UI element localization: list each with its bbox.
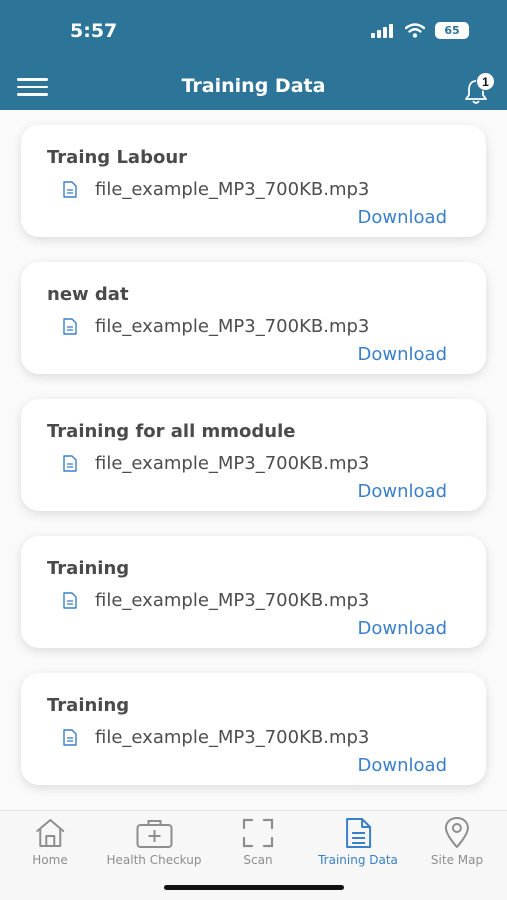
file-icon [63,729,77,746]
wifi-icon [405,23,425,38]
file-name: file_example_MP3_700KB.mp3 [95,316,370,337]
file-icon [63,592,77,609]
home-indicator [164,885,344,890]
signal-icon [371,23,393,38]
tab-training-data[interactable]: Training Data [318,817,398,867]
notification-button[interactable]: 1 [463,72,499,104]
file-row: file_example_MP3_700KB.mp3 [63,316,369,337]
status-icons: 65 [371,22,469,39]
tab-label: Site Map [430,853,484,867]
training-card: Training file_example_MP3_700KB.mp3 Down… [21,673,486,785]
training-list[interactable]: Traing Labour file_example_MP3_700KB.mp3… [0,110,507,810]
file-row: file_example_MP3_700KB.mp3 [63,179,369,200]
file-icon [63,455,77,472]
file-row: file_example_MP3_700KB.mp3 [63,727,369,748]
tab-home[interactable]: Home [32,817,68,867]
training-card: Traing Labour file_example_MP3_700KB.mp3… [21,125,486,237]
file-icon [63,318,77,335]
scan-icon [242,818,274,848]
status-time: 5:57 [70,20,118,42]
download-link[interactable]: Download [358,207,447,228]
download-link[interactable]: Download [358,481,447,502]
map-pin-icon [445,817,469,848]
tab-label: Scan [243,853,273,867]
app-header: 5:57 65 Training Data 1 [0,0,507,110]
file-name: file_example_MP3_700KB.mp3 [95,453,370,474]
medical-kit-icon [136,820,172,848]
card-title: Training [47,695,130,716]
file-row: file_example_MP3_700KB.mp3 [63,453,369,474]
file-icon [63,181,77,198]
card-title: Training [47,558,130,579]
tab-label: Health Checkup [106,853,202,867]
battery-indicator: 65 [435,22,469,39]
download-link[interactable]: Download [358,344,447,365]
home-icon [36,819,64,847]
training-card: Training file_example_MP3_700KB.mp3 Down… [21,536,486,648]
training-card: new dat file_example_MP3_700KB.mp3 Downl… [21,262,486,374]
card-title: new dat [47,284,129,305]
training-card: Training for all mmodule file_example_MP… [21,399,486,511]
download-link[interactable]: Download [358,618,447,639]
file-name: file_example_MP3_700KB.mp3 [95,727,370,748]
page-title: Training Data [181,75,326,97]
tab-health-checkup[interactable]: Health Checkup [107,817,202,867]
file-name: file_example_MP3_700KB.mp3 [95,179,370,200]
tab-label: Training Data [318,853,398,867]
download-link[interactable]: Download [358,755,447,776]
file-row: file_example_MP3_700KB.mp3 [63,590,369,611]
tab-scan[interactable]: Scan [241,817,275,867]
card-title: Training for all mmodule [47,421,296,442]
file-name: file_example_MP3_700KB.mp3 [95,590,370,611]
notification-badge: 1 [476,72,495,91]
card-title: Traing Labour [47,147,188,168]
tab-site-map[interactable]: Site Map [431,817,483,867]
document-icon [345,818,371,848]
tab-label: Home [32,853,68,867]
